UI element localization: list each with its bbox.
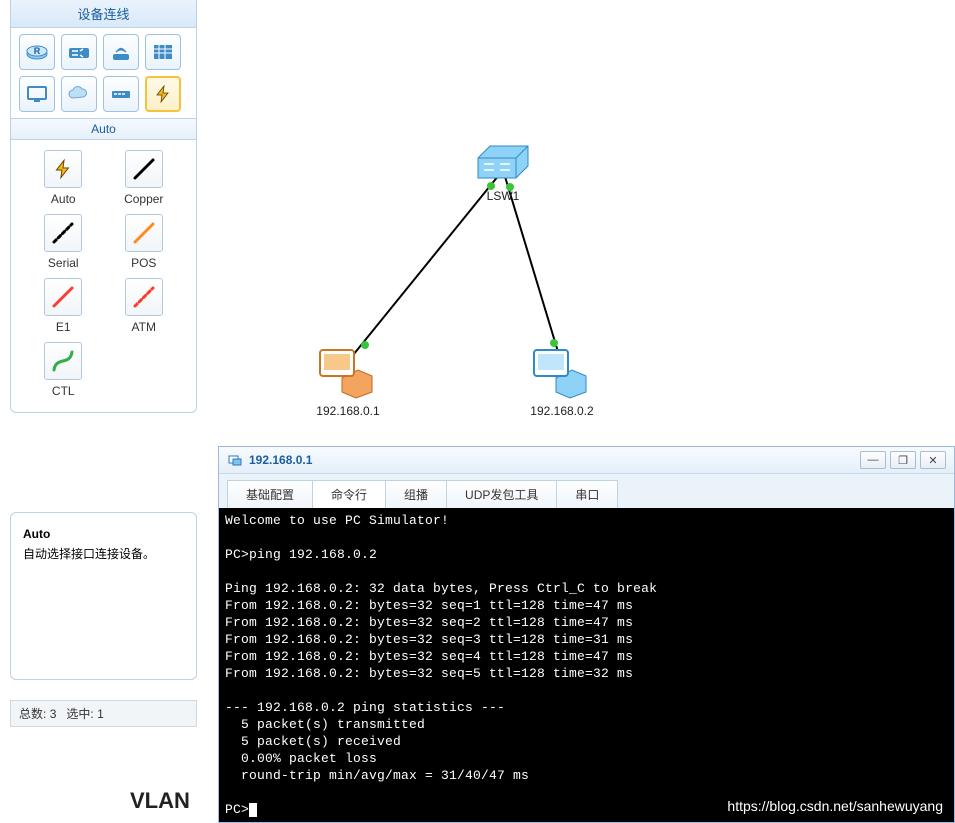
window-title: 192.168.0.1	[249, 453, 856, 467]
port-dot-icon	[550, 339, 558, 347]
device-icon-row: R	[11, 28, 196, 118]
watermark-text: https://blog.csdn.net/sanhewuyang	[727, 798, 943, 814]
port-dot-icon	[361, 341, 369, 349]
cable-label: Auto	[51, 192, 76, 206]
tab-1[interactable]: 命令行	[312, 480, 386, 508]
app-icon	[227, 452, 243, 468]
topology-canvas[interactable]: LSW1 192.168.0.1 192.168.0.2	[200, 0, 955, 440]
restore-button[interactable]: ❐	[890, 451, 916, 469]
device-pc1[interactable]	[320, 350, 372, 398]
pc-terminal-window: 192.168.0.1 — ❐ ✕ 基础配置命令行组播UDP发包工具串口 Wel…	[218, 446, 955, 823]
firewall-icon[interactable]	[145, 34, 181, 70]
info-panel: Auto 自动选择接口连接设备。	[10, 512, 197, 680]
cable-ctl[interactable]: CTL	[27, 342, 100, 398]
cable-icon	[44, 150, 82, 188]
cable-icon	[125, 278, 163, 316]
device-switch-lsw1[interactable]	[478, 146, 528, 178]
device-label: 192.168.0.2	[530, 404, 594, 418]
status-total-value: 3	[50, 707, 57, 721]
cable-pos[interactable]: POS	[108, 214, 181, 270]
cable-auto[interactable]: Auto	[27, 150, 100, 206]
tab-2[interactable]: 组播	[385, 480, 447, 508]
cable-label: Copper	[124, 192, 163, 206]
cable-icon	[125, 150, 163, 188]
status-sel-label: 选中:	[66, 707, 93, 721]
cable-grid: Auto Copper Serial POS E1 ATM CTL	[11, 140, 196, 412]
cable-atm[interactable]: ATM	[108, 278, 181, 334]
terminal-output[interactable]: Welcome to use PC Simulator! PC>ping 192…	[219, 508, 954, 822]
hub-icon[interactable]	[103, 76, 139, 112]
cable-icon	[44, 214, 82, 252]
pc-icon[interactable]	[19, 76, 55, 112]
tab-0[interactable]: 基础配置	[227, 480, 313, 508]
auto-cable-icon[interactable]	[145, 76, 181, 112]
status-bar: 总数: 3 选中: 1	[10, 700, 197, 727]
cable-icon	[44, 342, 82, 380]
cable-e1[interactable]: E1	[27, 278, 100, 334]
cable-label: POS	[131, 256, 156, 270]
cloud-icon[interactable]	[61, 76, 97, 112]
status-sel-value: 1	[97, 707, 104, 721]
device-palette: 设备连线 R Auto Auto Copper Serial POS E1 ATM CTL	[10, 0, 197, 413]
tab-4[interactable]: 串口	[556, 480, 618, 508]
cursor-icon	[249, 803, 257, 817]
window-titlebar[interactable]: 192.168.0.1 — ❐ ✕	[219, 447, 954, 474]
terminal-tabs: 基础配置命令行组播UDP发包工具串口	[219, 474, 954, 508]
device-pc2[interactable]	[534, 350, 586, 398]
cable-label: E1	[56, 320, 71, 334]
cable-icon	[125, 214, 163, 252]
router-icon[interactable]: R	[19, 34, 55, 70]
cable-label: CTL	[52, 384, 75, 398]
cable-label: Serial	[48, 256, 79, 270]
cable-copper[interactable]: Copper	[108, 150, 181, 206]
link-lsw1-pc1[interactable]	[345, 170, 503, 365]
switch-icon[interactable]	[61, 34, 97, 70]
device-label: LSW1	[487, 189, 520, 203]
tab-3[interactable]: UDP发包工具	[446, 480, 557, 508]
palette-sub-header: Auto	[11, 118, 196, 140]
info-title: Auto	[23, 527, 184, 541]
wlan-icon[interactable]	[103, 34, 139, 70]
palette-header: 设备连线	[11, 0, 196, 28]
device-label: 192.168.0.1	[316, 404, 380, 418]
status-total-label: 总数:	[19, 707, 46, 721]
svg-text:R: R	[34, 46, 41, 56]
cable-icon	[44, 278, 82, 316]
close-button[interactable]: ✕	[920, 451, 946, 469]
background-text: VLAN	[130, 788, 190, 814]
cable-serial[interactable]: Serial	[27, 214, 100, 270]
info-desc: 自动选择接口连接设备。	[23, 545, 184, 562]
cable-label: ATM	[132, 320, 156, 334]
minimize-button[interactable]: —	[860, 451, 886, 469]
